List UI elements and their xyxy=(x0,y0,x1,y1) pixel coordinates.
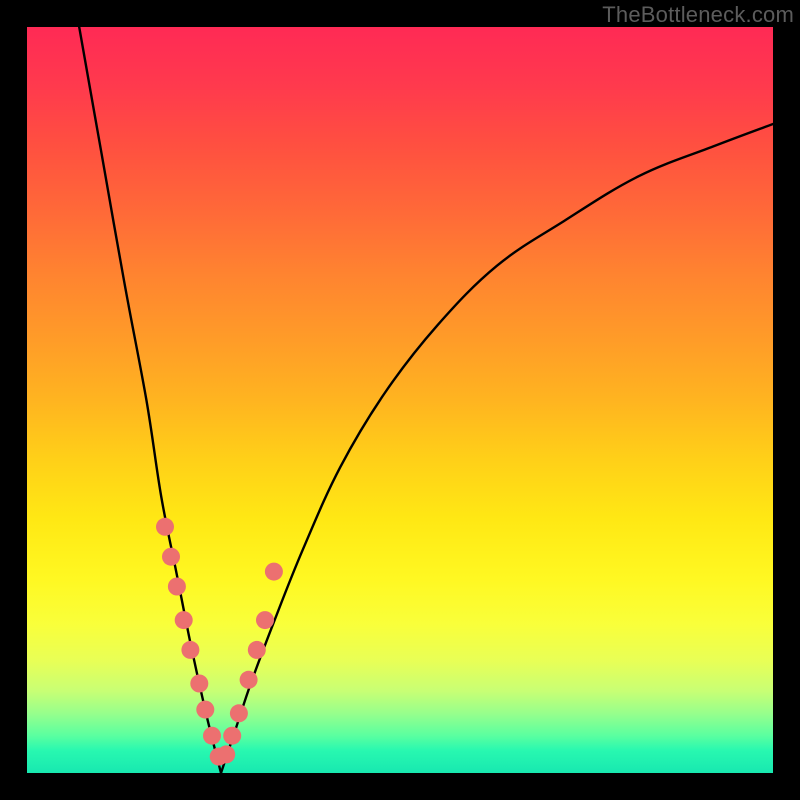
data-point xyxy=(203,727,221,745)
data-points xyxy=(156,518,283,766)
bottleneck-curve xyxy=(79,27,773,773)
data-point xyxy=(196,701,214,719)
chart-frame: TheBottleneck.com xyxy=(0,0,800,800)
data-point xyxy=(256,611,274,629)
curve-left-branch xyxy=(79,27,221,773)
data-point xyxy=(175,611,193,629)
curve-right-branch xyxy=(221,124,773,773)
data-point xyxy=(156,518,174,536)
data-point xyxy=(240,671,258,689)
data-point xyxy=(265,563,283,581)
data-point xyxy=(168,578,186,596)
watermark-text: TheBottleneck.com xyxy=(602,2,794,28)
data-point xyxy=(217,745,235,763)
curve-layer xyxy=(27,27,773,773)
plot-area xyxy=(27,27,773,773)
data-point xyxy=(230,704,248,722)
data-point xyxy=(181,641,199,659)
data-point xyxy=(223,727,241,745)
data-point xyxy=(162,548,180,566)
data-point xyxy=(190,675,208,693)
data-point xyxy=(248,641,266,659)
